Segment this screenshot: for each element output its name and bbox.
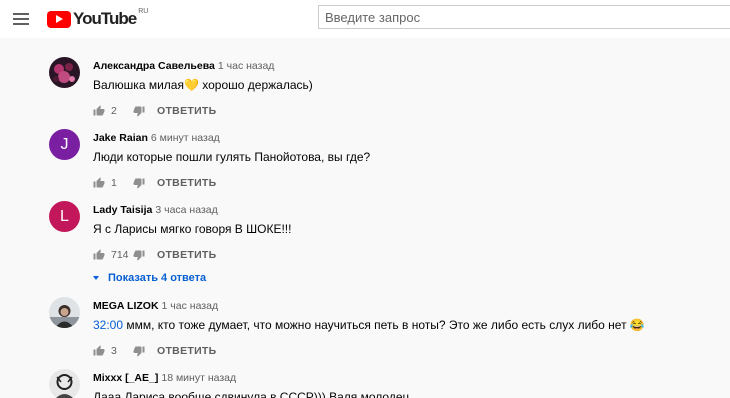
avatar-letter: L — [60, 207, 69, 225]
view-replies-label: Показать 4 ответа — [108, 272, 207, 284]
reply-button[interactable]: ОТВЕТИТЬ — [157, 249, 217, 261]
comment-time[interactable]: 3 часа назад — [155, 204, 217, 216]
comment-text: Дааа Лариса вообще сдвинула в СССР))) Ва… — [93, 390, 413, 398]
youtube-play-icon — [47, 10, 71, 28]
avatar[interactable] — [49, 297, 80, 328]
like-count: 1 — [111, 177, 117, 189]
comment-text: Я с Ларисы мягко говоря В ШОКЕ!!! — [93, 222, 292, 236]
masthead: YouTube RU — [0, 0, 730, 38]
caret-down-icon — [93, 276, 99, 280]
like-count: 3 — [111, 345, 117, 357]
reply-button[interactable]: ОТВЕТИТЬ — [157, 345, 217, 357]
thumbs-down-icon[interactable] — [133, 177, 145, 189]
avatar[interactable] — [49, 57, 80, 88]
comment-time[interactable]: 6 минут назад — [151, 132, 220, 144]
comment-text: 32:00 ммм, кто тоже думает, что можно на… — [93, 318, 645, 332]
comment-author[interactable]: MEGA LIZOK — [93, 300, 159, 312]
comment-text: Валюшка милая💛 хорошо держалась) — [93, 78, 313, 92]
comment-time[interactable]: 1 час назад — [218, 60, 275, 72]
comment-author[interactable]: Mixxx [_AE_] — [93, 372, 158, 384]
laughing-emoji: 😂 — [629, 318, 645, 332]
view-replies-button[interactable]: Показать 4 ответа — [93, 271, 713, 285]
avatar-letter: J — [60, 135, 69, 153]
comment-toolbar: 1 ОТВЕТИТЬ — [93, 174, 713, 192]
comment-toolbar: 2 ОТВЕТИТЬ — [93, 102, 713, 120]
thumbs-down-icon[interactable] — [133, 345, 145, 357]
menu-icon[interactable] — [13, 9, 33, 29]
like-count: 714 — [111, 249, 129, 261]
thumbs-up-icon[interactable] — [93, 249, 105, 261]
avatar[interactable]: L — [49, 201, 80, 232]
reply-button[interactable]: ОТВЕТИТЬ — [157, 105, 217, 117]
logo-text: YouTube — [73, 9, 137, 28]
thumbs-down-icon[interactable] — [133, 105, 145, 117]
comment-time[interactable]: 18 минут назад — [161, 372, 236, 384]
thumbs-up-icon[interactable] — [93, 105, 105, 117]
yellow-heart-emoji: 💛 — [183, 78, 199, 92]
comment-time[interactable]: 1 час назад — [162, 300, 219, 312]
like-count: 2 — [111, 105, 117, 117]
logo-region: RU — [138, 8, 149, 15]
youtube-logo[interactable]: YouTube RU — [47, 8, 148, 30]
avatar[interactable] — [49, 369, 80, 398]
search-input[interactable] — [318, 5, 730, 29]
avatar[interactable]: J — [49, 129, 80, 160]
thumbs-up-icon[interactable] — [93, 177, 105, 189]
reply-button[interactable]: ОТВЕТИТЬ — [157, 177, 217, 189]
comment-author[interactable]: Lady Taisija — [93, 204, 152, 216]
comment-toolbar: 3 ОТВЕТИТЬ — [93, 342, 713, 360]
thumbs-up-icon[interactable] — [93, 345, 105, 357]
timestamp-link[interactable]: 32:00 — [93, 318, 123, 332]
comment-toolbar: 714 ОТВЕТИТЬ — [93, 246, 713, 264]
thumbs-down-icon[interactable] — [133, 249, 145, 261]
comment-author[interactable]: Jake Raian — [93, 132, 148, 144]
comment-author[interactable]: Александра Савельева — [93, 60, 215, 72]
comment-text: Люди которые пошли гулять Панойотова, вы… — [93, 150, 371, 164]
